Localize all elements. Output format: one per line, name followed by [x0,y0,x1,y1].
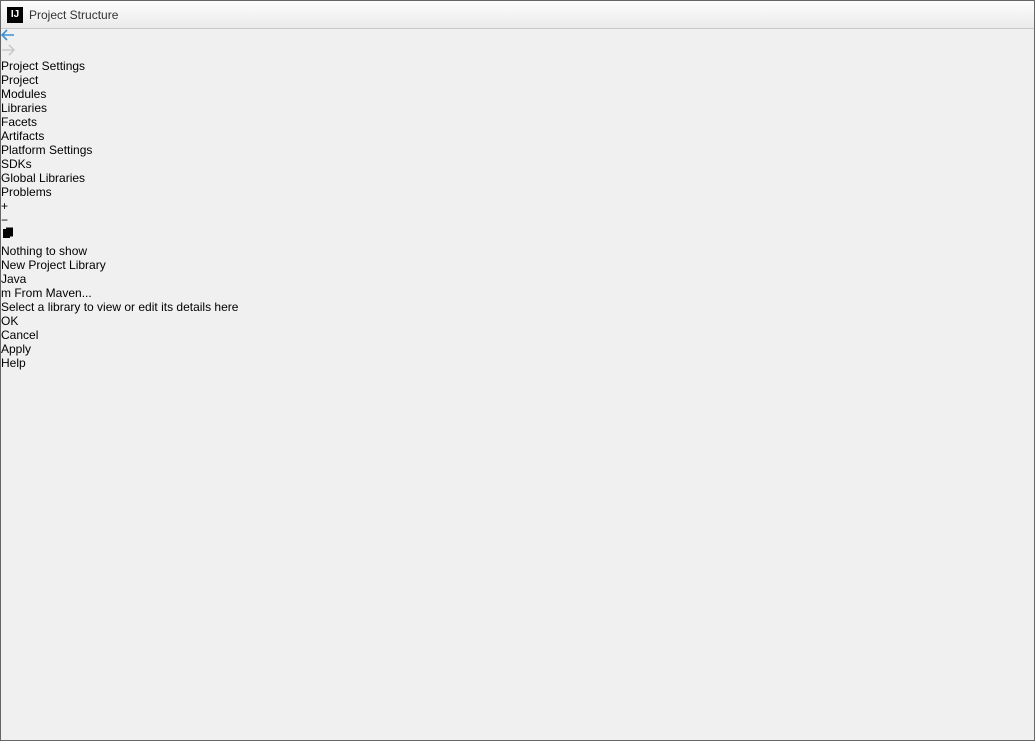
sidebar-item-global-libraries[interactable]: Global Libraries [1,171,1034,185]
nav-history [1,29,1034,59]
empty-library-message: Nothing to show [1,244,1034,258]
dialog-buttons: OK Cancel Apply Help [1,314,1034,370]
popup-item-label: Java [1,272,26,286]
window-title: Project Structure [29,8,118,22]
forward-button[interactable] [1,44,1034,59]
back-button[interactable] [1,29,1034,44]
plus-icon: + [1,199,8,213]
add-library-button[interactable]: + [1,199,1034,213]
sidebar-item-facets[interactable]: Facets [1,115,1034,129]
sidebar-item-problems[interactable]: Problems [1,185,1034,199]
section-header-project-settings: Project Settings [1,59,1034,73]
sidebar-item-artifacts[interactable]: Artifacts [1,129,1034,143]
apply-button[interactable]: Apply [1,342,1034,356]
library-list-panel: + − Nothing to show New Project Library … [1,199,1034,300]
section-header-platform-settings: Platform Settings [1,143,1034,157]
detail-placeholder: Select a library to view or edit its det… [1,300,1034,314]
app-icon: IJ [7,7,23,23]
sidebar-item-sdks[interactable]: SDKs [1,157,1034,171]
cancel-button[interactable]: Cancel [1,328,1034,342]
close-button[interactable] [984,1,1030,21]
copy-library-button[interactable] [1,227,1034,244]
sidebar-item-project[interactable]: Project [1,73,1034,87]
sidebar-item-modules[interactable]: Modules [1,87,1034,101]
popup-item-label: From Maven... [14,286,91,300]
copy-icon [1,227,15,241]
ok-button[interactable]: OK [1,314,1034,328]
titlebar: IJ Project Structure [1,1,1034,29]
library-toolbar: + − [1,199,1034,244]
help-button[interactable]: Help [1,356,1034,370]
maven-icon: m [1,286,11,300]
new-library-popup: New Project Library Java m From Maven... [1,258,1034,300]
popup-item-java[interactable]: Java [1,272,1034,286]
sidebar: Project Settings Project Modules Librari… [1,29,1034,199]
detail-panel: Select a library to view or edit its det… [1,300,1034,314]
popup-item-maven[interactable]: m From Maven... [1,286,1034,300]
sidebar-item-libraries[interactable]: Libraries [1,101,1034,115]
remove-library-button[interactable]: − [1,213,1034,227]
minus-icon: − [1,213,8,227]
popup-title: New Project Library [1,258,1034,272]
